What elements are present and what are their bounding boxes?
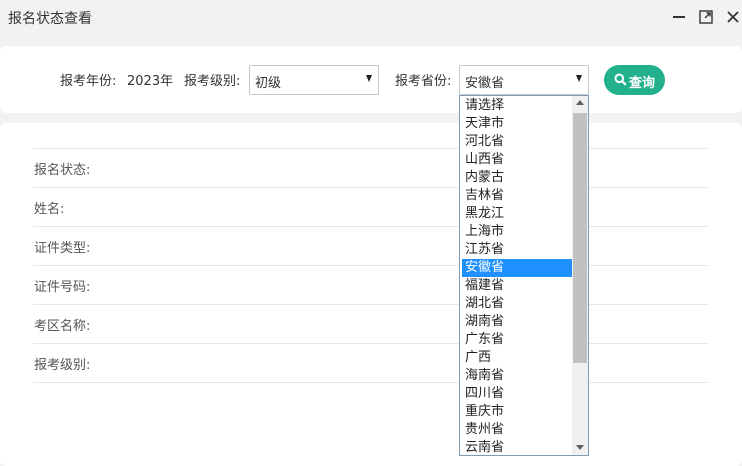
search-panel: 报考年份: 2023年 报考级别: 初级 报考省份: 安徽省 查询	[0, 46, 742, 113]
result-label: 姓名:	[34, 202, 65, 217]
dropdown-option[interactable]: 河北省	[462, 133, 572, 151]
dropdown-option[interactable]: 上海市	[462, 223, 572, 241]
result-row-exam-area: 考区名称:	[33, 304, 708, 343]
level-select[interactable]: 初级	[249, 65, 379, 95]
province-label: 报考省份:	[395, 74, 452, 89]
dropdown-option[interactable]: 黑龙江	[462, 205, 572, 223]
year-value: 2023年	[127, 74, 174, 89]
dropdown-option[interactable]: 内蒙古	[462, 169, 572, 187]
result-label: 证件类型:	[34, 241, 91, 256]
result-label: 报名状态:	[34, 163, 91, 178]
dropdown-option[interactable]: 安徽省	[462, 259, 572, 277]
level-select-value: 初级	[255, 76, 282, 91]
dropdown-option[interactable]: 广西	[462, 349, 572, 367]
dropdown-option[interactable]: 广东省	[462, 331, 572, 349]
dropdown-option[interactable]: 江苏省	[462, 241, 572, 259]
province-select-value: 安徽省	[465, 76, 505, 91]
province-select[interactable]: 安徽省	[459, 65, 589, 95]
window-title: 报名状态查看	[8, 11, 92, 27]
maximize-icon[interactable]	[699, 10, 713, 24]
dropdown-option[interactable]: 贵州省	[462, 421, 572, 439]
chevron-down-icon	[366, 75, 372, 82]
result-label: 证件号码:	[34, 280, 91, 295]
dropdown-option[interactable]: 海南省	[462, 367, 572, 385]
scroll-down-icon[interactable]	[576, 445, 584, 450]
dropdown-option[interactable]: 福建省	[462, 277, 572, 295]
dropdown-option[interactable]: 云南省	[462, 439, 572, 457]
dropdown-option[interactable]: 山西省	[462, 151, 572, 169]
minimize-icon[interactable]	[672, 10, 686, 24]
search-icon	[614, 73, 627, 86]
result-row-status: 报名状态:	[33, 148, 708, 187]
query-button[interactable]: 查询	[604, 65, 665, 95]
year-label: 报考年份:	[60, 74, 117, 89]
result-label: 考区名称:	[34, 319, 91, 334]
result-panel: 报名状态: 姓名: 证件类型: 证件号码: 考区名称: 报考级别:	[0, 123, 742, 466]
query-button-label: 查询	[629, 76, 656, 91]
dropdown-option[interactable]: 四川省	[462, 385, 572, 403]
scroll-up-icon[interactable]	[576, 100, 584, 105]
scrollbar-thumb[interactable]	[573, 113, 587, 363]
divider	[33, 382, 708, 383]
result-label: 报考级别:	[34, 358, 91, 373]
chevron-down-icon	[576, 75, 582, 82]
scrollbar[interactable]	[572, 96, 588, 455]
dropdown-option[interactable]: 天津市	[462, 115, 572, 133]
title-bar: 报名状态查看	[0, 0, 742, 36]
close-icon[interactable]	[726, 10, 740, 24]
province-dropdown-list[interactable]: 请选择 天津市 河北省 山西省 内蒙古 吉林省 黑龙江 上海市 江苏省 安徽省 福建省 湖北省 湖南省广…	[459, 95, 589, 456]
dropdown-option[interactable]: 湖北省	[462, 295, 572, 313]
dropdown-option[interactable]: 湖南省	[462, 313, 572, 331]
result-row-level: 报考级别:	[33, 343, 708, 382]
result-row-id-number: 证件号码:	[33, 265, 708, 304]
dropdown-option[interactable]: 请选择	[462, 97, 572, 115]
dropdown-option[interactable]: 重庆市	[462, 403, 572, 421]
result-row-id-type: 证件类型:	[33, 226, 708, 265]
result-row-name: 姓名:	[33, 187, 708, 226]
level-label: 报考级别:	[184, 74, 241, 89]
dropdown-option[interactable]: 吉林省	[462, 187, 572, 205]
